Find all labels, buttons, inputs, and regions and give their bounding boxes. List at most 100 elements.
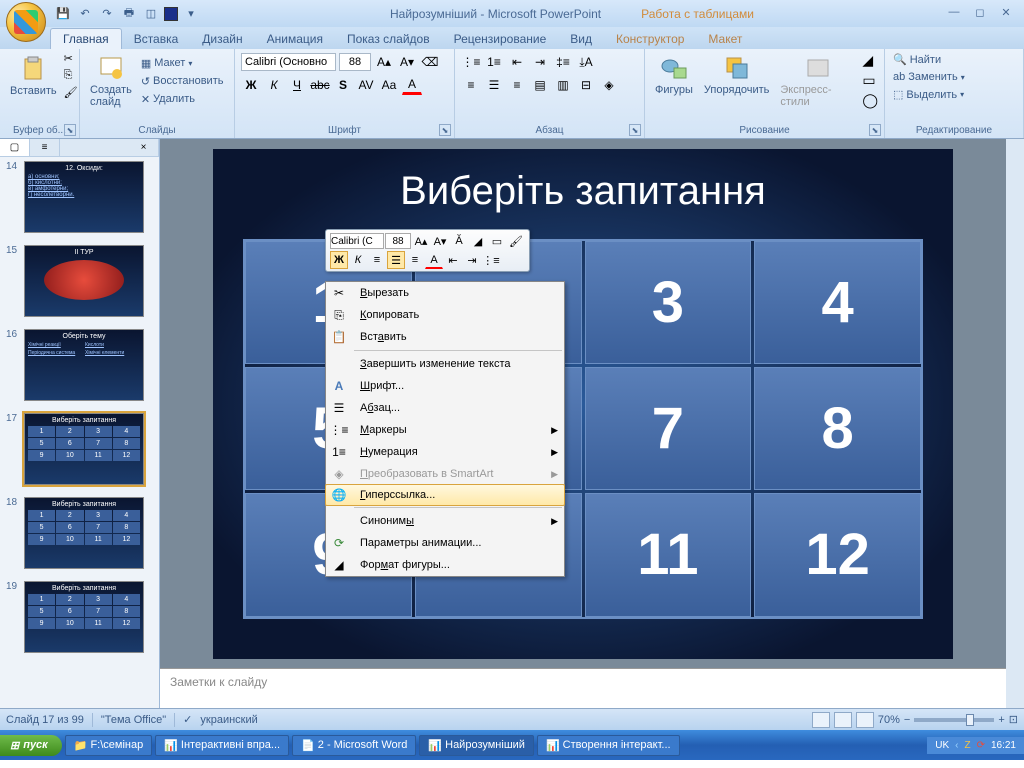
qat-dropdown-icon[interactable]: ▾	[182, 5, 200, 23]
cm-cut[interactable]: ✂Вырезать	[326, 282, 564, 304]
slide-canvas[interactable]: Виберіть запитання 123456789101112 A▴ A▾…	[160, 139, 1006, 668]
sorter-view-icon[interactable]	[834, 712, 852, 728]
slide-thumbnail[interactable]: 1412. Оксиди:а) основни;б) кислотни;в) а…	[0, 157, 159, 241]
start-button[interactable]: ⊞пуск	[0, 735, 62, 756]
cm-end-edit[interactable]: Завершить изменение текста	[326, 353, 564, 375]
cm-copy[interactable]: ⎘Копировать	[326, 304, 564, 326]
spell-check-icon[interactable]: ✓	[183, 713, 192, 726]
minimize-button[interactable]: —	[944, 6, 964, 22]
shapes-button[interactable]: Фигуры	[651, 52, 697, 98]
underline-button[interactable]: Ч	[287, 75, 307, 95]
char-spacing-icon[interactable]: AV	[356, 75, 376, 95]
dialog-launcher-icon[interactable]: ⬊	[64, 124, 76, 136]
mini-italic-icon[interactable]: К	[349, 251, 367, 269]
shrink-font-icon[interactable]: A▾	[397, 52, 417, 72]
font-family-input[interactable]	[241, 53, 336, 71]
italic-button[interactable]: К	[264, 75, 284, 95]
mini-font-color-icon[interactable]: A	[425, 251, 443, 269]
new-slide-button[interactable]: Создать слайд	[86, 52, 136, 110]
bold-button[interactable]: Ж	[241, 75, 261, 95]
grid-cell[interactable]: 3	[585, 241, 752, 364]
tray-icon[interactable]: ‹	[955, 740, 958, 751]
tab-animation[interactable]: Анимация	[255, 29, 335, 49]
shape-outline-icon[interactable]: ▭	[862, 72, 878, 89]
tab-view[interactable]: Вид	[558, 29, 604, 49]
arrange-button[interactable]: Упорядочить	[700, 52, 773, 98]
slides-tab-icon[interactable]: ▢	[0, 139, 30, 156]
cm-synonyms[interactable]: Синонимы▶	[326, 510, 564, 532]
vertical-scrollbar[interactable]	[1006, 139, 1024, 708]
zoom-slider[interactable]	[914, 718, 994, 722]
grid-cell[interactable]: 7	[585, 367, 752, 490]
new-icon[interactable]: ◫	[142, 5, 160, 23]
normal-view-icon[interactable]	[812, 712, 830, 728]
tab-table-design[interactable]: Конструктор	[604, 29, 696, 49]
slide-thumbnail[interactable]: 17Виберіть запитання123456789101112	[0, 409, 159, 493]
grid-cell[interactable]: 4	[754, 241, 921, 364]
tab-review[interactable]: Рецензирование	[442, 29, 559, 49]
mini-outline-icon[interactable]: ▭	[488, 232, 506, 250]
cm-animation[interactable]: ⟳Параметры анимации...	[326, 532, 564, 554]
slide-thumbnail[interactable]: 16Оберіть темуХімічні реакціїКислотиПері…	[0, 325, 159, 409]
tab-slideshow[interactable]: Показ слайдов	[335, 29, 442, 49]
taskbar-item[interactable]: 📊Створення інтеракт...	[537, 735, 680, 756]
align-text-icon[interactable]: ⊟	[576, 75, 596, 95]
mini-align-center-icon[interactable]: ☰	[387, 251, 405, 269]
align-right-icon[interactable]: ≡	[507, 75, 527, 95]
maximize-button[interactable]: ◻	[970, 6, 990, 22]
shadow-button[interactable]: S	[333, 75, 353, 95]
taskbar-item[interactable]: 📊Найрозумніший	[419, 735, 534, 756]
mini-shrink-font-icon[interactable]: A▾	[431, 232, 449, 250]
mini-fill-icon[interactable]: ◢	[469, 232, 487, 250]
mini-grow-font-icon[interactable]: A▴	[412, 232, 430, 250]
decrease-indent-icon[interactable]: ⇤	[507, 52, 527, 72]
mini-change-case-icon[interactable]: Ă	[450, 232, 468, 250]
outline-tab-icon[interactable]: ≡	[30, 139, 60, 156]
line-spacing-icon[interactable]: ‡≡	[553, 52, 573, 72]
language-indicator[interactable]: украинский	[200, 714, 257, 726]
quick-styles-button[interactable]: Экспресс-стили	[776, 52, 859, 110]
clear-format-icon[interactable]: ⌫	[420, 52, 440, 72]
layout-button[interactable]: ▦Макет▾	[139, 56, 226, 71]
mini-indent-out-icon[interactable]: ⇤	[444, 251, 462, 269]
slide-thumbnail[interactable]: 15ІІ ТУР	[0, 241, 159, 325]
cm-hyperlink[interactable]: 🌐Гиперссылка...	[325, 484, 565, 506]
mini-align-right-icon[interactable]: ≡	[406, 251, 424, 269]
tab-design[interactable]: Дизайн	[190, 29, 254, 49]
zoom-out-icon[interactable]: −	[904, 714, 910, 726]
dialog-launcher-icon[interactable]: ⬊	[869, 124, 881, 136]
text-direction-icon[interactable]: ⤓A	[576, 52, 596, 72]
grid-cell[interactable]: 12	[754, 493, 921, 616]
cm-font[interactable]: AШрифт...	[326, 375, 564, 397]
paste-button[interactable]: Вставить	[6, 53, 61, 99]
cm-paste[interactable]: 📋Вставить	[326, 326, 564, 348]
tray-icon[interactable]: Z	[964, 740, 970, 751]
mini-align-left-icon[interactable]: ≡	[368, 251, 386, 269]
strike-button[interactable]: abc	[310, 75, 330, 95]
tab-home[interactable]: Главная	[50, 28, 122, 49]
tab-insert[interactable]: Вставка	[122, 29, 191, 49]
notes-pane[interactable]: Заметки к слайду	[160, 668, 1006, 708]
zoom-level[interactable]: 70%	[878, 714, 900, 726]
select-button[interactable]: ⬚Выделить▾	[891, 87, 1017, 102]
fit-icon[interactable]: ⊡	[1009, 713, 1018, 726]
close-button[interactable]: ✕	[996, 6, 1016, 22]
system-tray[interactable]: UK ‹ Z ⟳ 16:21	[927, 737, 1024, 754]
lang-indicator[interactable]: UK	[935, 740, 949, 751]
shape-fill-icon[interactable]: ◢	[862, 52, 878, 69]
mini-format-painter-icon[interactable]: 🖌	[507, 232, 525, 250]
cm-bullets[interactable]: ⋮≡Маркеры▶	[326, 419, 564, 441]
align-left-icon[interactable]: ≡	[461, 75, 481, 95]
tab-table-layout[interactable]: Макет	[696, 29, 754, 49]
dialog-launcher-icon[interactable]: ⬊	[439, 124, 451, 136]
grid-cell[interactable]: 8	[754, 367, 921, 490]
replace-button[interactable]: abЗаменить▾	[891, 70, 1017, 84]
mini-size-input[interactable]	[385, 233, 411, 249]
justify-icon[interactable]: ▤	[530, 75, 550, 95]
taskbar-item[interactable]: 📊Інтерактивні впра...	[155, 735, 289, 756]
slide[interactable]: Виберіть запитання 123456789101112	[213, 149, 953, 659]
increase-indent-icon[interactable]: ⇥	[530, 52, 550, 72]
cm-numbering[interactable]: 1≡Нумерация▶	[326, 441, 564, 463]
numbering-icon[interactable]: 1≡	[484, 52, 504, 72]
slides-panel[interactable]: ▢ ≡ × 1412. Оксиди:а) основни;б) кислотн…	[0, 139, 160, 708]
